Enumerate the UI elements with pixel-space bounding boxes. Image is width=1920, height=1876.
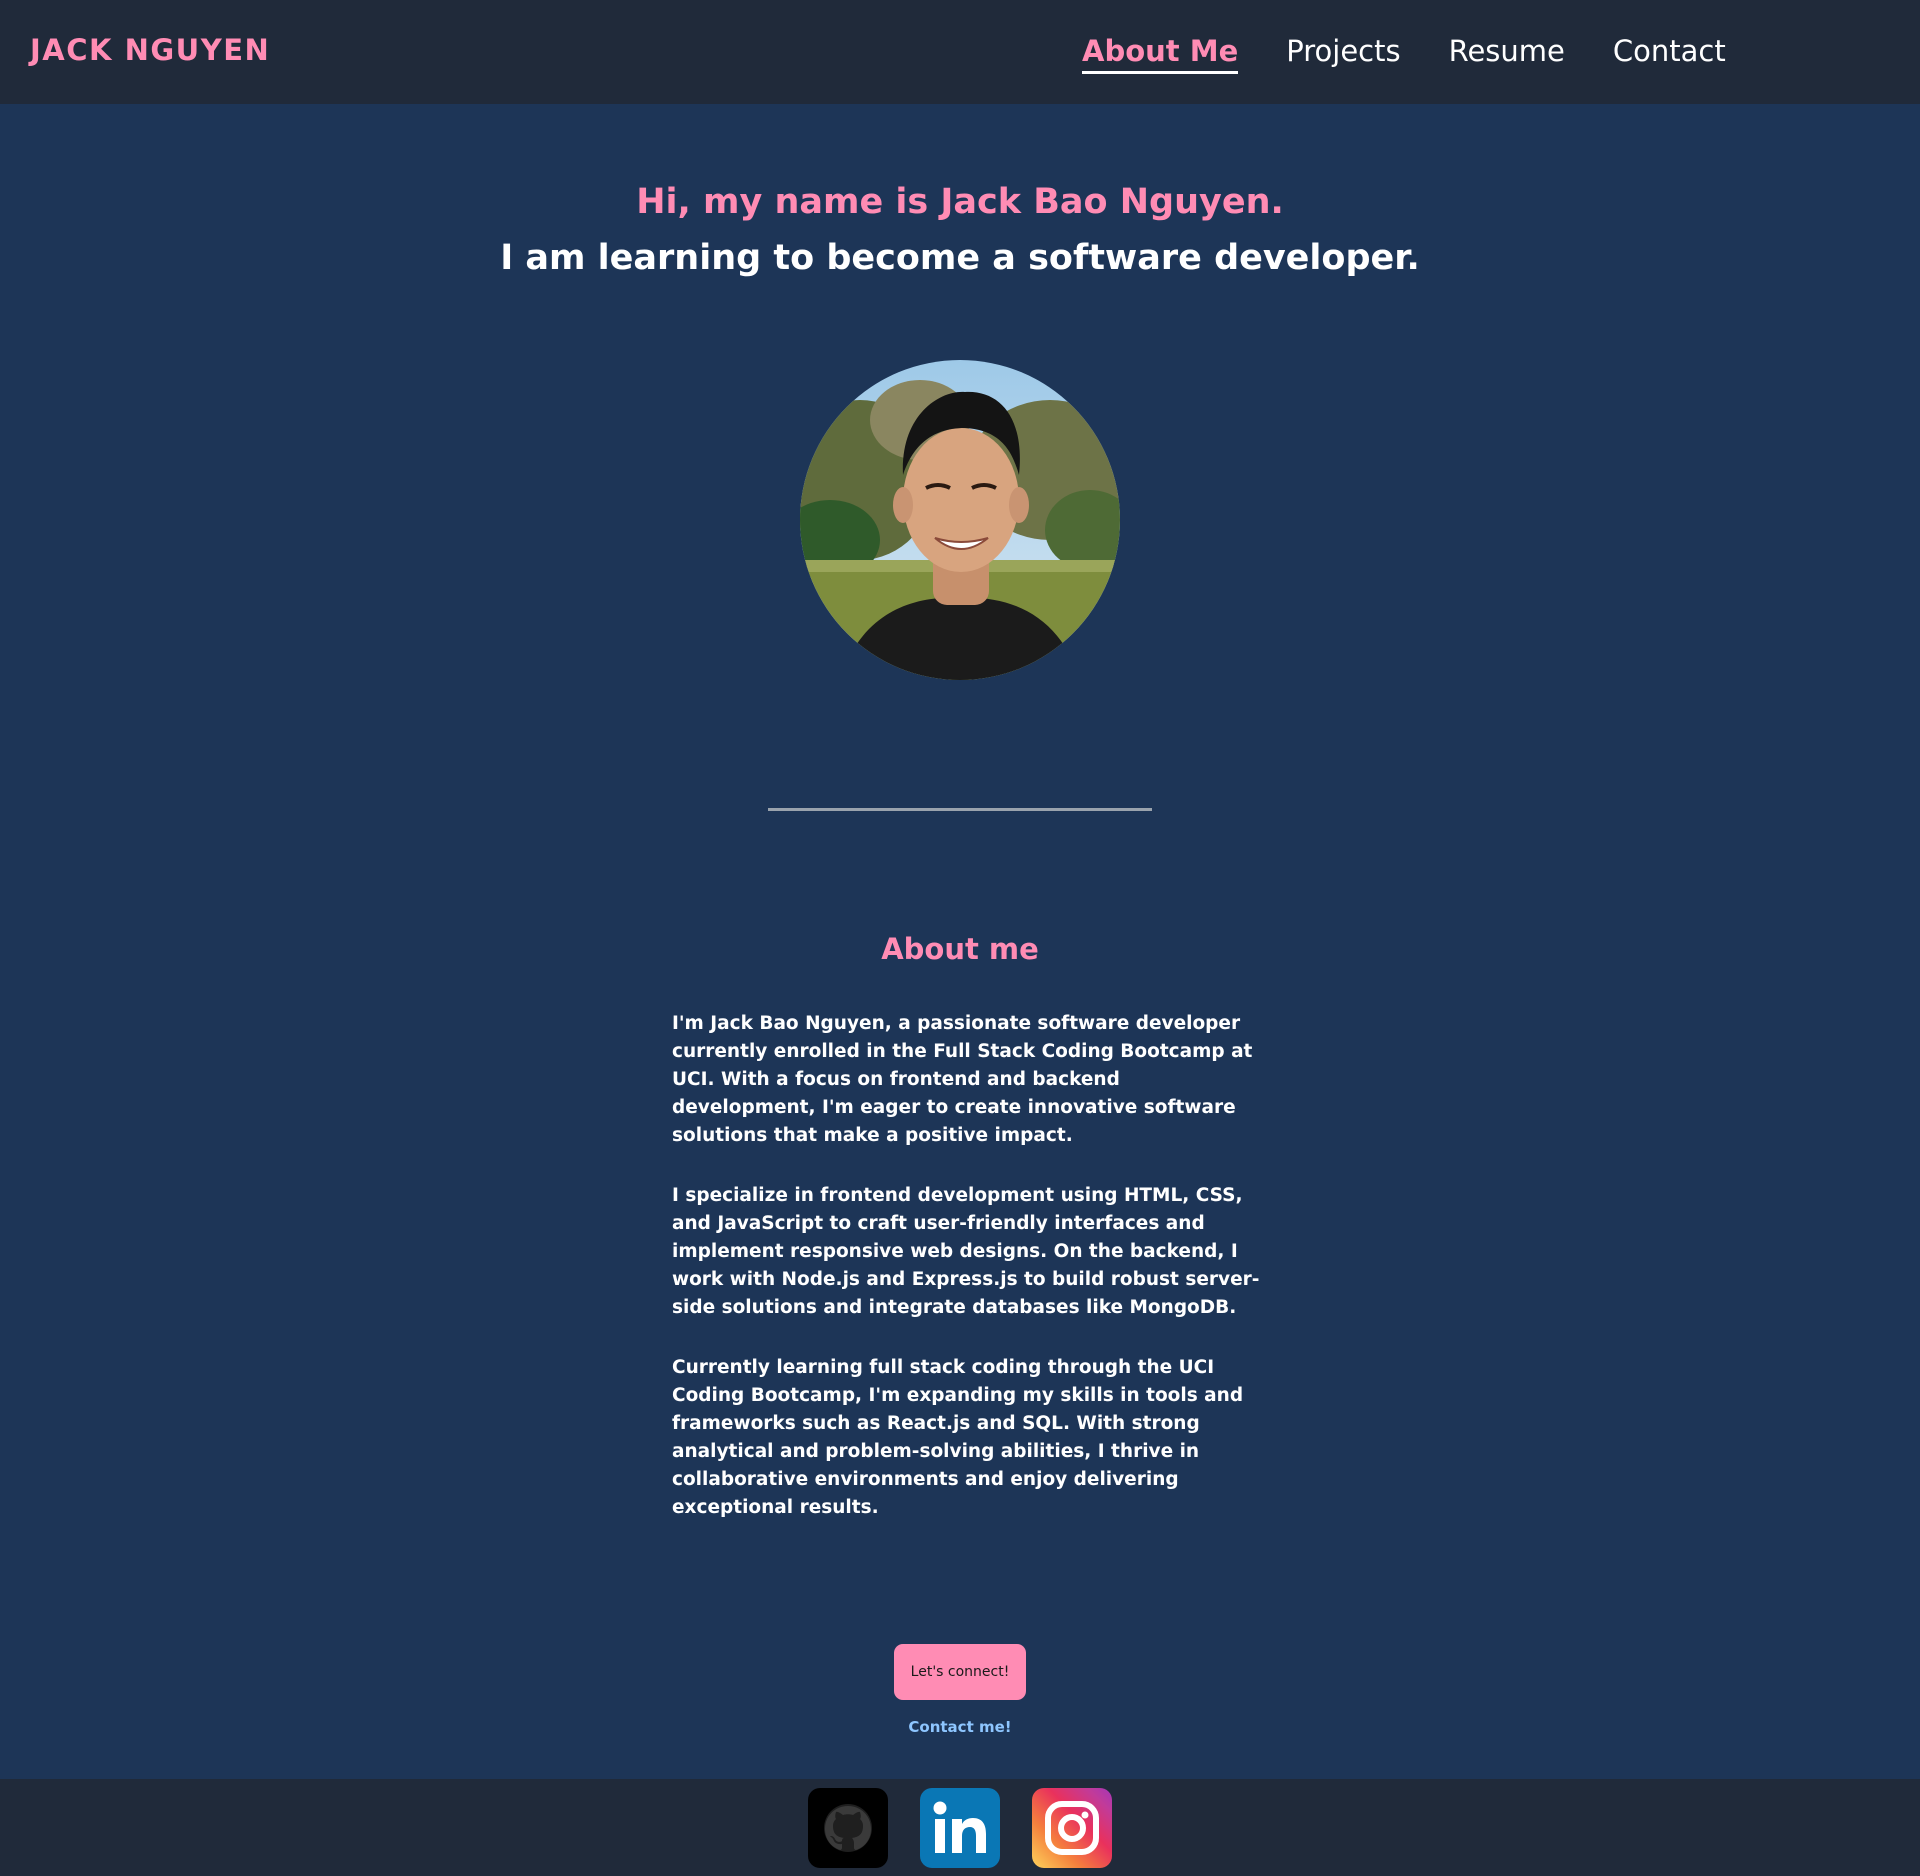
main-nav: About Me Projects Resume Contact: [1082, 32, 1726, 74]
section-divider: [768, 808, 1152, 811]
about-paragraph: I'm Jack Bao Nguyen, a passionate softwa…: [672, 1013, 1253, 1146]
linkedin-link[interactable]: [920, 1788, 1000, 1868]
nav-resume[interactable]: Resume: [1449, 32, 1565, 74]
about-paragraph: Currently learning full stack coding thr…: [672, 1357, 1244, 1518]
brand-logo[interactable]: JACK NGUYEN: [30, 33, 270, 67]
about-heading: About me: [881, 932, 1039, 966]
nav-contact[interactable]: Contact: [1613, 32, 1726, 74]
github-link[interactable]: [808, 1788, 888, 1868]
profile-photo: [800, 360, 1120, 680]
profile-photo-illustration: [800, 360, 1120, 680]
linkedin-icon: [933, 1801, 986, 1853]
contact-me-link[interactable]: Contact me!: [0, 1718, 1920, 1736]
site-footer: [0, 1779, 1920, 1876]
nav-about-me[interactable]: About Me: [1082, 32, 1239, 74]
github-icon: [824, 1804, 872, 1852]
about-body: I'm Jack Bao Nguyen, a passionate softwa…: [672, 1010, 1262, 1554]
hero-title: Hi, my name is Jack Bao Nguyen.: [636, 182, 1284, 222]
about-paragraph: I specialize in frontend development usi…: [672, 1185, 1260, 1318]
hero-subtitle: I am learning to become a software devel…: [500, 238, 1420, 278]
site-header: JACK NGUYEN About Me Projects Resume Con…: [0, 0, 1920, 104]
instagram-icon: [1045, 1801, 1099, 1855]
instagram-link[interactable]: [1032, 1788, 1112, 1868]
nav-projects[interactable]: Projects: [1286, 32, 1400, 74]
lets-connect-button[interactable]: Let's connect!: [894, 1644, 1026, 1700]
